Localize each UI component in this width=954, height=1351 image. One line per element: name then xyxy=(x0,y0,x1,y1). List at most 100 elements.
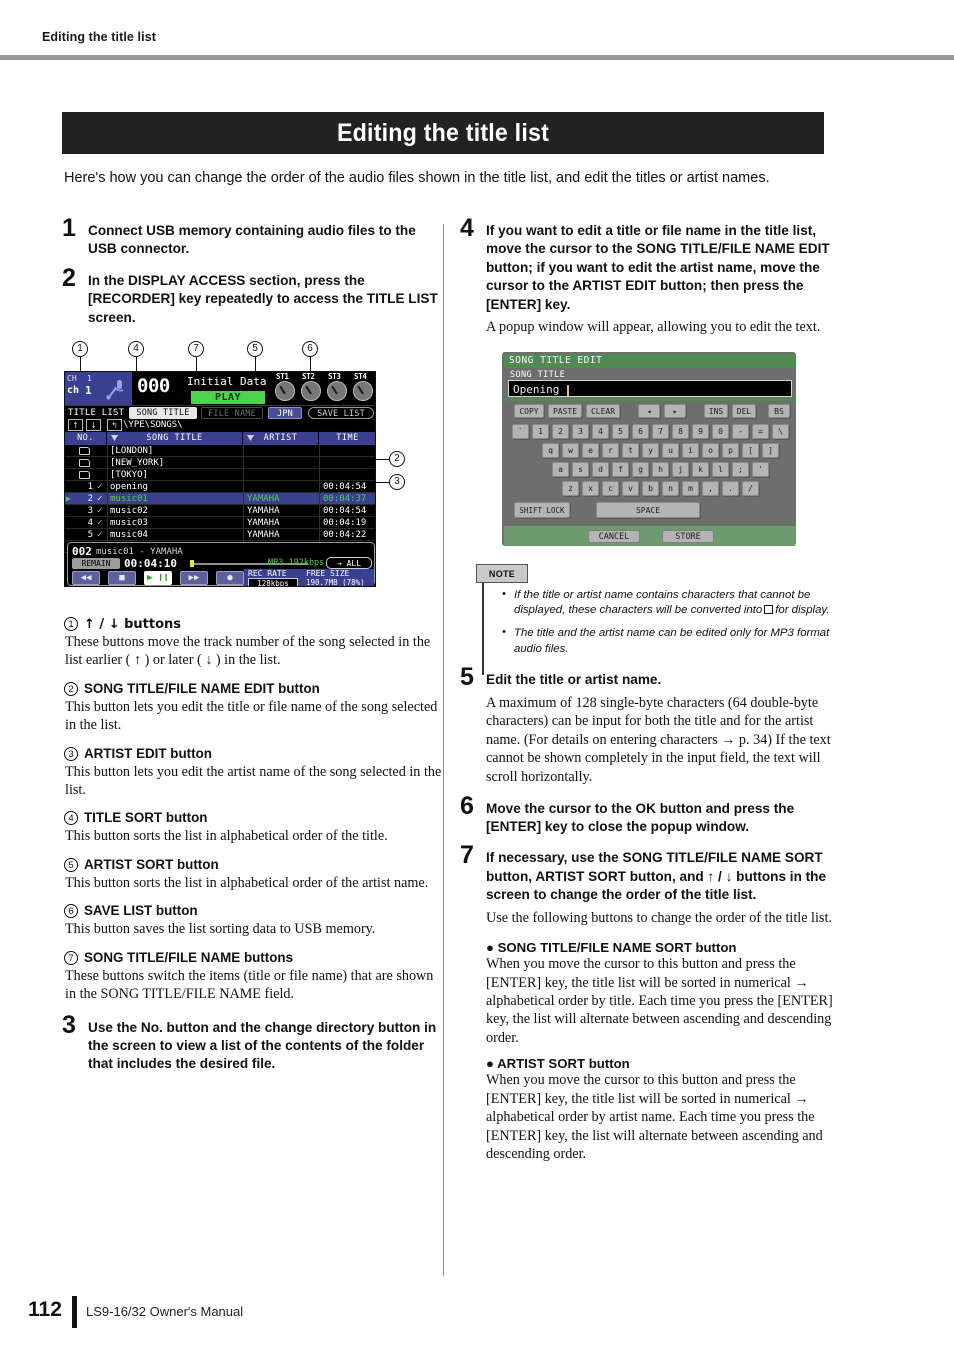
key-comma[interactable]: , xyxy=(702,480,719,496)
cursor-right-key[interactable]: ▸ xyxy=(664,403,686,418)
play-indicator[interactable]: PLAY xyxy=(191,391,265,405)
progress-thumb[interactable] xyxy=(190,560,194,568)
on-screen-keyboard[interactable]: COPY PASTE CLEAR ◂ ▸ INS DEL BS ` 1 2 3 … xyxy=(502,400,796,526)
key-k[interactable]: k xyxy=(692,461,709,477)
remain-toggle[interactable]: REMAIN xyxy=(72,558,120,570)
key-e[interactable]: e xyxy=(582,442,599,458)
st1-knob[interactable] xyxy=(275,381,295,402)
change-directory-button[interactable]: ↰ xyxy=(107,419,122,432)
cursor-left-key[interactable]: ◂ xyxy=(638,403,660,418)
column-header-title[interactable]: SONG TITLE xyxy=(107,432,243,446)
key-q[interactable]: q xyxy=(542,442,559,458)
key-6[interactable]: 6 xyxy=(632,423,649,439)
delete-key[interactable]: DEL xyxy=(732,403,756,418)
st4-knob[interactable] xyxy=(353,381,373,402)
key-h[interactable]: h xyxy=(652,461,669,477)
key-w[interactable]: w xyxy=(562,442,579,458)
shift-lock-key[interactable]: SHIFT LOCK xyxy=(514,501,570,518)
table-row[interactable]: 5 ✓ music04 YAMAHA 00:04:22 xyxy=(65,529,375,542)
paste-key[interactable]: PASTE xyxy=(548,403,582,418)
st3-knob[interactable] xyxy=(327,381,347,402)
key-2[interactable]: 2 xyxy=(552,423,569,439)
key-backslash[interactable]: \ xyxy=(772,423,789,439)
column-header-artist[interactable]: ARTIST xyxy=(243,432,319,446)
key-v[interactable]: v xyxy=(622,480,639,496)
title-list-screen-figure: 1 4 7 5 6 2 3 CH ch 1 1 000 Initial Data… xyxy=(64,341,442,601)
key-s[interactable]: s xyxy=(572,461,589,477)
song-list[interactable]: [LONDON] [NEW_YORK] [TOKYO] 1 ✓ opening xyxy=(65,445,375,554)
table-row[interactable]: 4 ✓ music03 YAMAHA 00:04:19 xyxy=(65,517,375,530)
key-8[interactable]: 8 xyxy=(672,423,689,439)
st2-knob[interactable] xyxy=(301,381,321,402)
play-pause-button[interactable]: ▶ ❙❙ xyxy=(144,571,172,586)
jpn-button[interactable]: JPN xyxy=(268,407,302,420)
key-9[interactable]: 9 xyxy=(692,423,709,439)
key-0[interactable]: 0 xyxy=(712,423,729,439)
record-button[interactable]: ● xyxy=(216,571,244,586)
rec-rate-value[interactable]: 128kbps xyxy=(248,578,298,587)
key-x[interactable]: x xyxy=(582,480,599,496)
key-slash[interactable]: / xyxy=(742,480,759,496)
key-b[interactable]: b xyxy=(642,480,659,496)
next-button[interactable]: ▶▶ xyxy=(180,571,208,586)
key-f[interactable]: f xyxy=(612,461,629,477)
table-row[interactable]: 3 ✓ music02 YAMAHA 00:04:54 xyxy=(65,505,375,518)
key-1[interactable]: 1 xyxy=(532,423,549,439)
key-o[interactable]: o xyxy=(702,442,719,458)
space-key[interactable]: SPACE xyxy=(596,501,700,518)
column-header-time[interactable]: TIME xyxy=(319,432,375,446)
table-row[interactable]: ▶ 2 ✓ music01 YAMAHA 00:04:37 xyxy=(65,493,375,506)
insert-key[interactable]: INS xyxy=(704,403,728,418)
key-minus[interactable]: - xyxy=(732,423,749,439)
store-button[interactable]: STORE xyxy=(662,529,714,543)
key-l[interactable]: l xyxy=(712,461,729,477)
key-u[interactable]: u xyxy=(662,442,679,458)
stop-button[interactable]: ■ xyxy=(108,571,136,586)
callout-descriptions: 1 ↑ / ↓ buttons These buttons move the t… xyxy=(64,617,442,1003)
key-period[interactable]: . xyxy=(722,480,739,496)
key-i[interactable]: i xyxy=(682,442,699,458)
key-apostrophe[interactable]: ' xyxy=(752,461,769,477)
file-name-button[interactable]: FILE NAME xyxy=(201,407,263,420)
play-mode-button[interactable]: → ALL xyxy=(326,557,372,570)
key-backtick[interactable]: ` xyxy=(512,423,529,439)
key-bracket-left[interactable]: [ xyxy=(742,442,759,458)
clear-key[interactable]: CLEAR xyxy=(586,403,620,418)
prev-button[interactable]: ◀◀ xyxy=(72,571,100,586)
row-title: [LONDON] xyxy=(110,446,154,457)
save-list-button[interactable]: SAVE LIST xyxy=(308,407,374,420)
column-header-no[interactable]: NO. xyxy=(65,432,107,446)
key-p[interactable]: p xyxy=(722,442,739,458)
key-g[interactable]: g xyxy=(632,461,649,477)
key-3[interactable]: 3 xyxy=(572,423,589,439)
key-equals[interactable]: = xyxy=(752,423,769,439)
key-y[interactable]: y xyxy=(642,442,659,458)
key-bracket-right[interactable]: ] xyxy=(762,442,779,458)
key-t[interactable]: t xyxy=(622,442,639,458)
key-a[interactable]: a xyxy=(552,461,569,477)
key-c[interactable]: c xyxy=(602,480,619,496)
key-7[interactable]: 7 xyxy=(652,423,669,439)
key-m[interactable]: m xyxy=(682,480,699,496)
copy-key[interactable]: COPY xyxy=(514,403,544,418)
song-title-button[interactable]: SONG TITLE xyxy=(129,407,197,420)
row-check-icon: ✓ xyxy=(97,518,103,529)
move-up-button[interactable]: ↑ xyxy=(68,419,83,432)
key-5[interactable]: 5 xyxy=(612,423,629,439)
table-row[interactable]: 1 ✓ opening 00:04:54 xyxy=(65,481,375,494)
footer-rule xyxy=(72,1296,77,1328)
key-n[interactable]: n xyxy=(662,480,679,496)
table-row[interactable]: [NEW_YORK] xyxy=(65,457,375,470)
table-row[interactable]: [TOKYO] xyxy=(65,469,375,482)
title-input-field[interactable]: Opening xyxy=(508,379,792,397)
key-4[interactable]: 4 xyxy=(592,423,609,439)
backspace-key[interactable]: BS xyxy=(768,403,790,418)
cancel-button[interactable]: CANCEL xyxy=(588,529,640,543)
table-row[interactable]: [LONDON] xyxy=(65,445,375,458)
key-semicolon[interactable]: ; xyxy=(732,461,749,477)
key-r[interactable]: r xyxy=(602,442,619,458)
key-j[interactable]: j xyxy=(672,461,689,477)
move-down-button[interactable]: ↓ xyxy=(86,419,101,432)
key-z[interactable]: z xyxy=(562,480,579,496)
key-d[interactable]: d xyxy=(592,461,609,477)
